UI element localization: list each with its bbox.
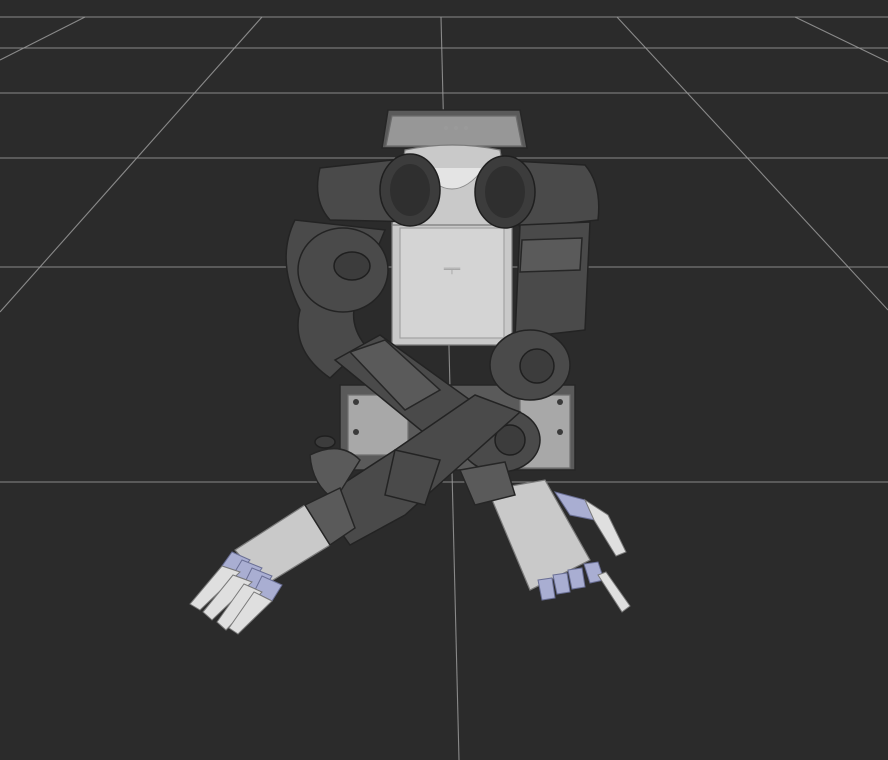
robot-head: [381, 109, 528, 149]
left-hand: [189, 486, 356, 635]
robot-scene[interactable]: ═╤═: [0, 0, 888, 760]
right-hand: [458, 461, 631, 613]
left-shoulder: [316, 153, 441, 227]
svg-text:═╤═: ═╤═: [443, 265, 461, 275]
robot-model[interactable]: ═╤═: [189, 109, 631, 635]
3d-viewport[interactable]: ═╤═: [0, 0, 888, 760]
right-shoulder: [474, 155, 600, 229]
